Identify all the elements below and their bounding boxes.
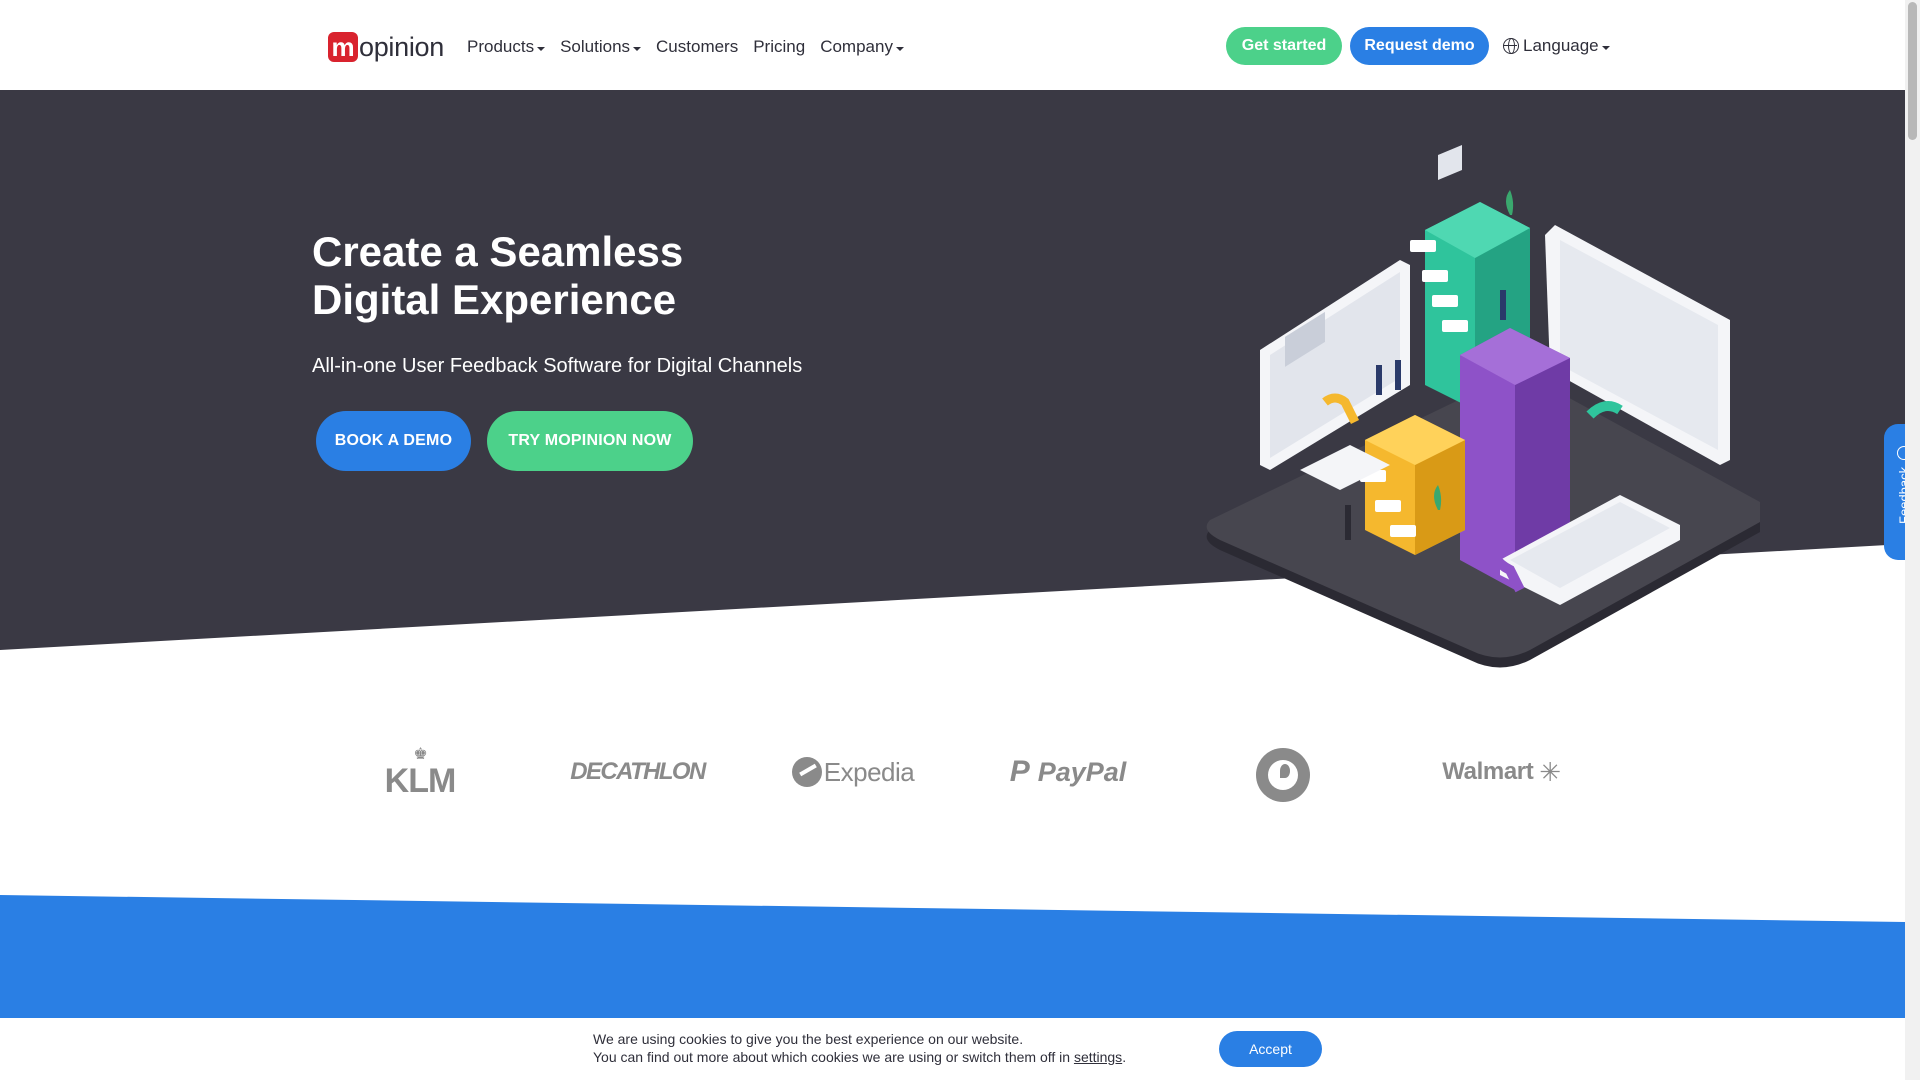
mopinion-logo[interactable]: m opinion [328,30,444,64]
cookie-line2-suffix: . [1122,1049,1127,1065]
get-started-button[interactable]: Get started [1226,27,1342,65]
hero-title-line2: Digital Experience [312,276,677,323]
paypal-mark-icon: P [1009,755,1030,788]
crown-icon: ♚ [413,745,427,763]
walmart-logo: Walmart ✳ [1434,755,1569,789]
book-demo-button[interactable]: BOOK A DEMO [316,411,471,471]
hero-title-line1: Create a Seamless [312,228,684,275]
klm-logo: ♚ KLM [377,744,463,804]
try-mopinion-button[interactable]: TRY MOPINION NOW [487,411,693,471]
request-demo-button[interactable]: Request demo [1350,27,1489,65]
chevron-down-icon [537,46,546,51]
nav-company[interactable]: Company [820,37,904,57]
chevron-down-icon [633,46,642,51]
site-header: m opinion Products Solutions Customers P… [0,0,1905,90]
cookie-line2-prefix: You can find out more about which cookie… [593,1049,1074,1065]
hero-subtitle: All-in-one User Feedback Software for Di… [312,355,803,377]
isometric-illustration [1206,145,1760,668]
language-selector[interactable]: Language [1503,36,1610,56]
logo-mark: m [328,32,358,62]
nav-products-label: Products [467,37,535,56]
expedia-logo-text: Expedia [823,756,915,787]
chevron-down-icon [1601,45,1610,50]
spark-icon: ✳ [1539,756,1561,787]
klm-logo-text: KLM [384,761,457,800]
cookie-line1: We are using cookies to give you the bes… [593,1031,1024,1047]
paypal-logo-text: PayPal [1037,756,1127,787]
nav-company-label: Company [820,37,893,56]
logo-text: opinion [359,31,444,62]
decathlon-logo: DECATHLON [570,758,706,785]
walmart-logo-text: Walmart [1442,758,1534,785]
hero-title: Create a Seamless Digital Experience [312,228,683,324]
nav-customers-label: Customers [656,37,739,56]
expedia-globe-icon [791,757,822,787]
cookie-line2: You can find out more about which cookie… [593,1048,1126,1066]
language-label: Language [1523,36,1599,55]
paypal-logo: P PayPal [1003,755,1133,789]
vodafone-logo [1256,748,1310,802]
chevron-down-icon [895,46,904,51]
expedia-logo: Expedia [788,755,918,789]
cookie-banner: We are using cookies to give you the bes… [0,1018,1905,1080]
page-scrollbar[interactable] [1905,0,1920,1080]
nav-products[interactable]: Products [467,37,546,57]
cookie-message: We are using cookies to give you the bes… [593,1030,1126,1066]
nav-pricing[interactable]: Pricing [753,37,805,57]
nav-pricing-label: Pricing [753,37,806,56]
nav-solutions-label: Solutions [560,37,631,56]
nav-customers[interactable]: Customers [656,37,738,57]
scrollbar-thumb[interactable] [1908,2,1917,140]
main-nav: Products Solutions Customers Pricing Com… [467,37,919,57]
customer-logos: ♚ KLM DECATHLON Expedia P PayPal Walmart… [0,735,1905,815]
accept-cookies-button[interactable]: Accept [1219,1031,1322,1067]
globe-icon [1503,38,1519,54]
cookie-settings-link[interactable]: settings [1074,1049,1122,1065]
nav-solutions[interactable]: Solutions [560,37,642,57]
